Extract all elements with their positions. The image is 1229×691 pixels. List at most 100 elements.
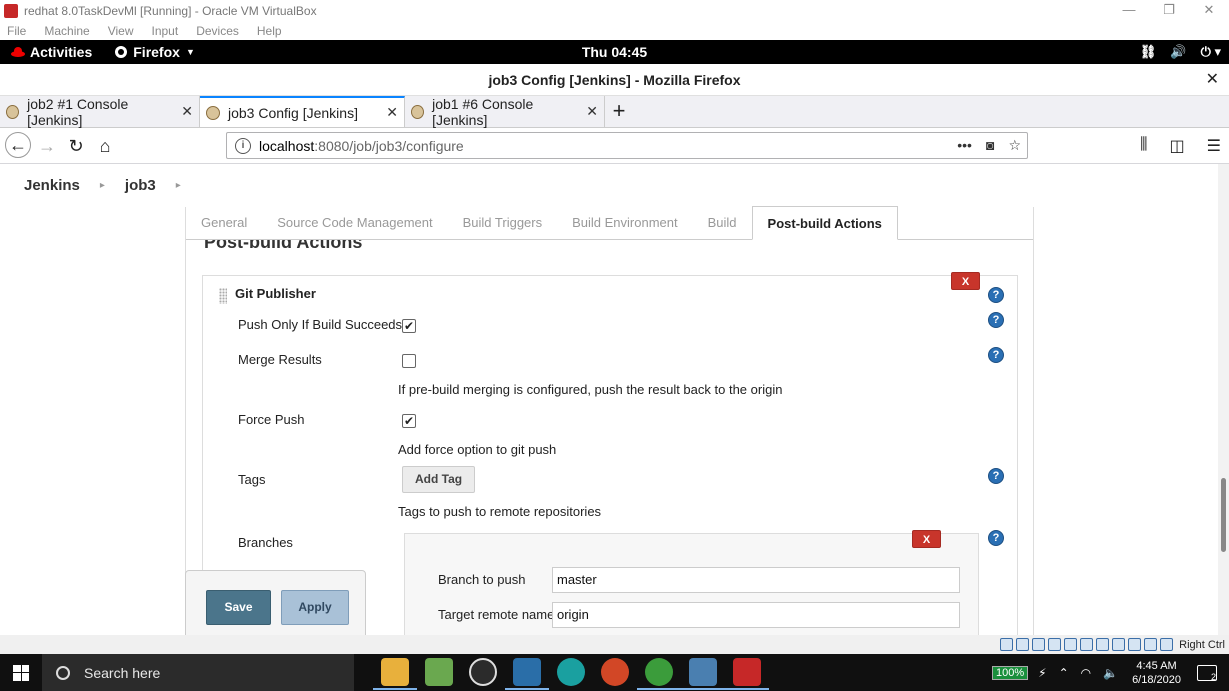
close-window-icon[interactable]: ✕ [1206, 64, 1219, 96]
target-remote-label: Target remote name [438, 607, 555, 622]
firefox-window-title: job3 Config [Jenkins] - Mozilla Firefox [488, 72, 741, 88]
network-adapter-icon[interactable] [1048, 638, 1062, 651]
hamburger-menu-icon[interactable]: ☰ [1207, 136, 1221, 156]
help-icon[interactable]: ? [988, 312, 1004, 328]
chrome-icon[interactable] [637, 658, 681, 690]
minimize-icon[interactable]: — [1109, 0, 1149, 21]
scrollbar-thumb[interactable] [1221, 478, 1226, 552]
help-icon[interactable]: ? [988, 530, 1004, 546]
audio-icon[interactable] [1032, 638, 1046, 651]
library-icon[interactable]: ⫼ [1140, 136, 1147, 156]
menu-help[interactable]: Help [257, 24, 282, 38]
menu-view[interactable]: View [108, 24, 134, 38]
close-icon[interactable]: ✕ [1189, 0, 1229, 21]
force-push-checkbox[interactable]: ✔ [402, 414, 416, 428]
tab-close-icon[interactable]: ✕ [580, 103, 598, 120]
merge-results-description: If pre-build merging is configured, push… [398, 382, 783, 397]
tab-job3-config[interactable]: job3 Config [Jenkins] ✕ [200, 96, 405, 127]
tab-build[interactable]: Build [693, 206, 752, 239]
reload-icon[interactable]: ↻ [64, 134, 88, 158]
pocket-icon[interactable]: ◙ [986, 137, 994, 154]
delete-publisher-button[interactable]: X [951, 272, 980, 290]
edge-icon[interactable] [557, 658, 585, 686]
back-arrow-icon[interactable]: ← [5, 132, 31, 158]
powerpoint-icon[interactable] [601, 658, 629, 686]
notepad-icon[interactable] [425, 658, 453, 686]
mouse-integration-icon[interactable] [1144, 638, 1158, 651]
apply-button[interactable]: Apply [281, 590, 349, 625]
bookmark-star-icon[interactable]: ☆ [1008, 137, 1021, 154]
push-only-checkbox[interactable]: ✔ [402, 319, 416, 333]
save-button[interactable]: Save [206, 590, 271, 625]
file-explorer-icon[interactable] [373, 658, 417, 690]
video-capture-icon[interactable] [1112, 638, 1126, 651]
power-plug-icon[interactable]: ⚡ [1038, 666, 1046, 680]
help-icon[interactable]: ? [988, 468, 1004, 484]
vbox-menubar: File Machine View Input Devices Help [0, 21, 1229, 40]
usb-icon[interactable] [1064, 638, 1078, 651]
battery-indicator[interactable]: 100% [991, 665, 1029, 680]
navigation-toolbar: ← → ↻ ⌂ i localhost :8080/job/job3/confi… [0, 128, 1229, 164]
taskbar-clock[interactable]: 4:45 AM 6/18/2020 [1132, 659, 1181, 687]
shared-folders-icon[interactable] [1080, 638, 1094, 651]
add-tag-button[interactable]: Add Tag [402, 466, 476, 493]
visual-studio-code-icon[interactable] [505, 658, 549, 690]
target-remote-input[interactable]: origin [552, 602, 960, 628]
menu-file[interactable]: File [7, 24, 26, 38]
redhat-vm-icon[interactable] [725, 658, 769, 690]
forward-arrow-icon[interactable]: → [35, 134, 59, 158]
optical-drive-icon[interactable] [1016, 638, 1030, 651]
start-button[interactable] [0, 654, 42, 691]
page-actions-icon[interactable]: ••• [957, 137, 972, 154]
page-scrollbar[interactable] [1218, 164, 1229, 635]
delete-branch-button[interactable]: X [912, 530, 941, 548]
harddisk-icon[interactable] [1000, 638, 1014, 651]
search-placeholder: Search here [84, 664, 161, 681]
firefox-app-menu[interactable]: Firefox ▼ [114, 44, 195, 60]
display-icon[interactable] [1096, 638, 1110, 651]
tab-job1-console[interactable]: job1 #6 Console [Jenkins] ✕ [405, 96, 605, 128]
tab-general[interactable]: General [186, 206, 262, 239]
tab-build-environment[interactable]: Build Environment [557, 206, 693, 239]
menu-devices[interactable]: Devices [196, 24, 239, 38]
keyboard-icon[interactable] [1160, 638, 1174, 651]
page-content: Jenkins ▸ job3 ▸ Post-build Actions Gene… [0, 164, 1218, 635]
tab-post-build-actions[interactable]: Post-build Actions [751, 206, 898, 240]
branch-to-push-input[interactable]: master [552, 567, 960, 593]
restore-icon[interactable]: ❐ [1149, 0, 1189, 21]
sidebar-icon[interactable]: ◫ [1170, 136, 1185, 156]
merge-results-checkbox[interactable] [402, 354, 416, 368]
site-info-icon[interactable]: i [235, 137, 251, 154]
tab-close-icon[interactable]: ✕ [175, 103, 193, 120]
notification-icon[interactable]: 2 [1197, 664, 1217, 682]
activities-button[interactable]: Activities [10, 44, 92, 60]
tab-build-triggers[interactable]: Build Triggers [448, 206, 557, 239]
breadcrumb-jenkins[interactable]: Jenkins [24, 177, 80, 194]
tab-job2-console[interactable]: job2 #1 Console [Jenkins] ✕ [0, 96, 200, 128]
menu-machine[interactable]: Machine [44, 24, 89, 38]
chevron-up-icon[interactable]: ⌃ [1059, 666, 1069, 680]
windows-taskbar: Search here 100% ⚡ ⌃ ◠ 🔈 4:45 AM 6/18/20… [0, 654, 1229, 691]
home-icon[interactable]: ⌂ [93, 134, 117, 158]
redhat-icon [11, 47, 25, 57]
virtualbox-icon[interactable] [681, 658, 725, 690]
virtualization-icon[interactable] [1128, 638, 1142, 651]
menu-input[interactable]: Input [152, 24, 179, 38]
help-icon[interactable]: ? [988, 347, 1004, 363]
system-tray[interactable]: ⛓ 🔊 ⏻ ▾ [1140, 44, 1221, 60]
config-tabs: General Source Code Management Build Tri… [186, 206, 1033, 240]
speaker-icon[interactable]: 🔈 [1103, 666, 1118, 680]
wifi-icon[interactable]: ◠ [1081, 666, 1091, 680]
url-bar[interactable]: i localhost :8080/job/job3/configure •••… [226, 132, 1028, 159]
tab-close-icon[interactable]: ✕ [380, 104, 398, 121]
jenkins-favicon-icon [6, 104, 20, 119]
new-tab-icon[interactable]: + [605, 96, 633, 127]
help-icon[interactable]: ? [988, 287, 1004, 303]
linux-app-icon[interactable] [469, 658, 497, 686]
drag-handle-icon[interactable] [219, 288, 227, 304]
breadcrumb-job3[interactable]: job3 [125, 177, 156, 194]
tab-source-code-management[interactable]: Source Code Management [262, 206, 447, 239]
taskbar-search[interactable]: Search here [42, 654, 354, 691]
url-path: :8080/job/job3/configure [314, 137, 464, 154]
url-host: localhost [259, 137, 315, 154]
